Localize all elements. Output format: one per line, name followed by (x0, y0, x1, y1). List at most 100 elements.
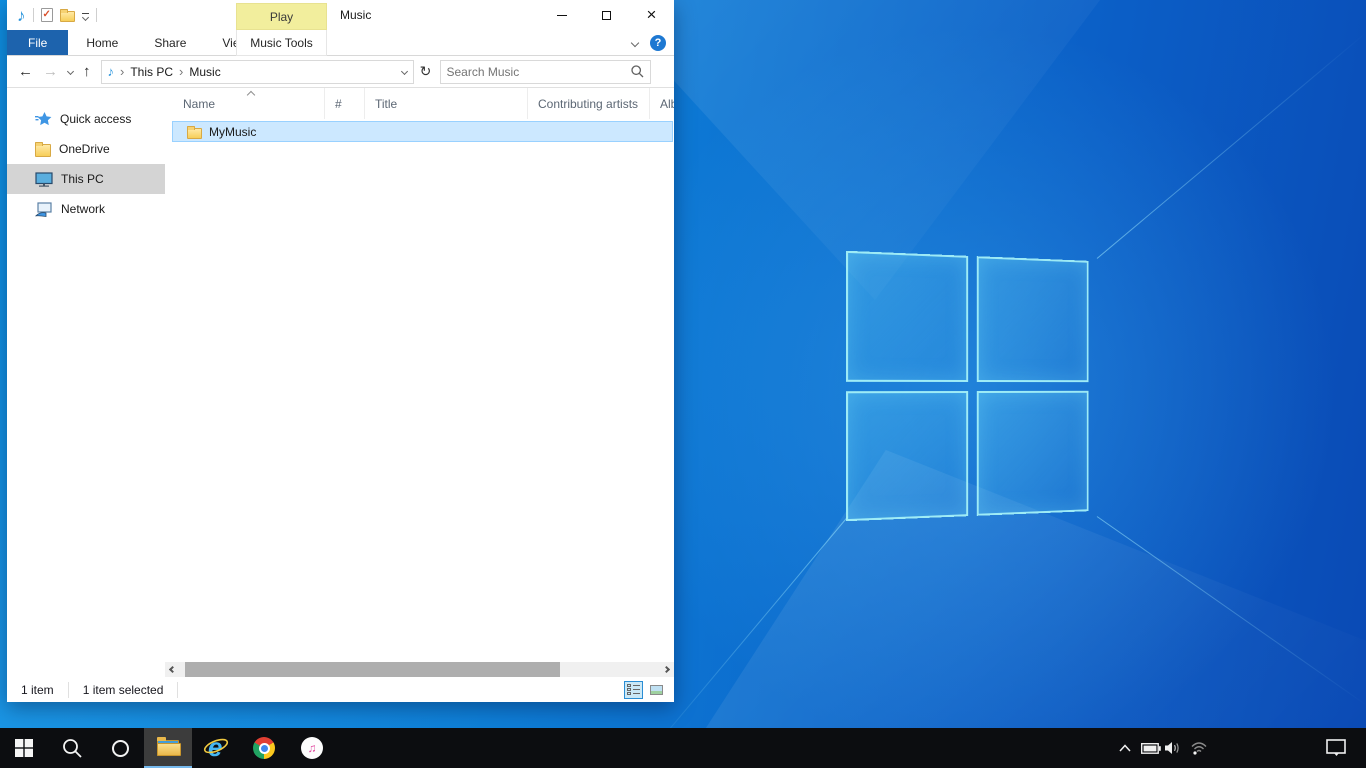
selection-count: 1 item selected (69, 682, 179, 698)
scrollbar-track[interactable] (180, 662, 659, 677)
network-button[interactable] (1186, 728, 1212, 768)
search-icon (62, 738, 82, 758)
ribbon-right-controls: ? (632, 30, 666, 56)
close-icon: × (647, 6, 657, 23)
internet-explorer-button[interactable]: e (192, 728, 240, 768)
itunes-button[interactable]: ♫ (288, 728, 336, 768)
cortana-button[interactable] (96, 728, 144, 768)
volume-button[interactable] (1160, 728, 1186, 768)
onedrive-folder-icon (35, 144, 51, 157)
ribbon-tab-bar: File Home Share View Music Tools ? (7, 30, 674, 56)
new-folder-icon[interactable] (60, 11, 75, 22)
title-bar[interactable]: ♪ ✓ Play Music × (7, 0, 674, 30)
windows-logo-pane (846, 391, 968, 522)
contextual-tab-group-play[interactable]: Play (236, 3, 327, 30)
column-header-name[interactable]: Name (165, 88, 325, 119)
breadcrumb-this-pc[interactable]: This PC (130, 65, 173, 79)
check-mark-icon: ✓ (43, 9, 51, 20)
item-count: 1 item (7, 682, 69, 698)
sidebar-item-network[interactable]: Network (7, 194, 165, 224)
breadcrumb-music[interactable]: Music (189, 65, 220, 79)
properties-icon[interactable]: ✓ (41, 8, 53, 22)
sidebar-item-label: This PC (61, 172, 104, 186)
details-view-button[interactable] (624, 681, 643, 699)
search-icon[interactable] (626, 65, 650, 78)
scroll-left-arrow-icon[interactable] (165, 662, 180, 677)
tray-show-hidden-icons-button[interactable] (1112, 728, 1138, 768)
maximize-icon (602, 11, 611, 20)
chevron-up-icon (1119, 744, 1131, 752)
network-icon (35, 202, 53, 217)
search-box (440, 60, 651, 84)
view-toggles (624, 681, 674, 699)
file-row-mymusic[interactable]: MyMusic (172, 121, 673, 142)
tab-share[interactable]: Share (136, 30, 204, 55)
tab-home[interactable]: Home (68, 30, 136, 55)
status-bar: 1 item 1 item selected (7, 677, 674, 702)
folder-icon (187, 128, 202, 139)
tab-file[interactable]: File (7, 30, 68, 55)
refresh-icon: ↻ (420, 63, 432, 80)
sidebar-item-quick-access[interactable]: Quick access (7, 104, 165, 134)
large-icons-view-button[interactable] (647, 681, 666, 699)
horizontal-scrollbar[interactable] (165, 662, 674, 677)
navigation-bar: ← → ↑ ♪ › This PC › Music ↻ (7, 56, 674, 88)
file-list-area: Name # Title Contributing artists Alb My… (165, 88, 674, 662)
this-pc-monitor-icon (35, 172, 53, 187)
sidebar-item-label: Quick access (60, 112, 131, 126)
battery-icon (1141, 743, 1161, 754)
sidebar-item-label: Network (61, 202, 105, 216)
close-button[interactable]: × (629, 0, 674, 30)
address-dropdown-chevron-icon[interactable] (400, 68, 407, 75)
itunes-icon: ♫ (301, 737, 323, 759)
address-bar[interactable]: ♪ › This PC › Music (101, 60, 414, 84)
action-center-icon (1326, 739, 1346, 757)
file-explorer-window: ♪ ✓ Play Music × File Home Share View Mu… (7, 0, 674, 702)
back-button-icon[interactable]: ← (18, 63, 33, 80)
column-header-title[interactable]: Title (365, 88, 528, 119)
nav-buttons: ← → ↑ (7, 63, 101, 80)
file-name: MyMusic (209, 125, 256, 139)
sidebar-item-this-pc[interactable]: This PC (7, 164, 165, 194)
recent-locations-chevron-icon[interactable] (67, 68, 74, 75)
wifi-icon (1190, 741, 1208, 755)
sidebar-item-label: OneDrive (59, 142, 110, 156)
music-note-icon: ♪ (108, 64, 115, 79)
navigation-pane: Quick access OneDrive This PC Netw (7, 88, 165, 662)
file-explorer-icon (157, 740, 179, 756)
separator (96, 8, 97, 22)
quick-access-toolbar: ♪ ✓ (17, 0, 97, 30)
scrollbar-thumb[interactable] (185, 662, 560, 677)
maximize-button[interactable] (584, 0, 629, 30)
breadcrumb-chevron-icon: › (179, 64, 183, 79)
forward-button-icon[interactable]: → (43, 63, 58, 80)
music-note-app-icon: ♪ (17, 7, 26, 24)
column-headers: Name # Title Contributing artists Alb (165, 88, 674, 119)
chrome-button[interactable] (240, 728, 288, 768)
help-icon[interactable]: ? (650, 35, 666, 51)
search-button[interactable] (48, 728, 96, 768)
file-explorer-taskbar-button[interactable] (144, 728, 192, 768)
column-header-contributing-artists[interactable]: Contributing artists (528, 88, 650, 119)
window-controls: × (539, 0, 674, 30)
breadcrumb-chevron-icon: › (120, 64, 124, 79)
sidebar-item-onedrive[interactable]: OneDrive (7, 134, 165, 164)
collapse-ribbon-icon[interactable] (631, 39, 639, 47)
scroll-right-arrow-icon[interactable] (659, 662, 674, 677)
customize-qat-dropdown-icon[interactable] (82, 11, 89, 20)
windows-logo-pane (846, 251, 968, 382)
tab-music-tools[interactable]: Music Tools (236, 30, 327, 56)
windows-logo-pane (976, 256, 1088, 381)
column-header-number[interactable]: # (325, 88, 365, 119)
taskbar: e ♫ (0, 728, 1366, 768)
column-header-album[interactable]: Alb (650, 88, 674, 119)
cortana-circle-icon (112, 740, 129, 757)
search-input[interactable] (441, 65, 626, 79)
refresh-button[interactable]: ↻ (414, 60, 438, 84)
start-button[interactable] (0, 728, 48, 768)
large-icons-view-icon (650, 685, 663, 695)
light-ray (1097, 33, 1366, 259)
action-center-button[interactable] (1316, 728, 1356, 768)
minimize-button[interactable] (539, 0, 584, 30)
up-button-icon[interactable]: ↑ (83, 63, 91, 80)
